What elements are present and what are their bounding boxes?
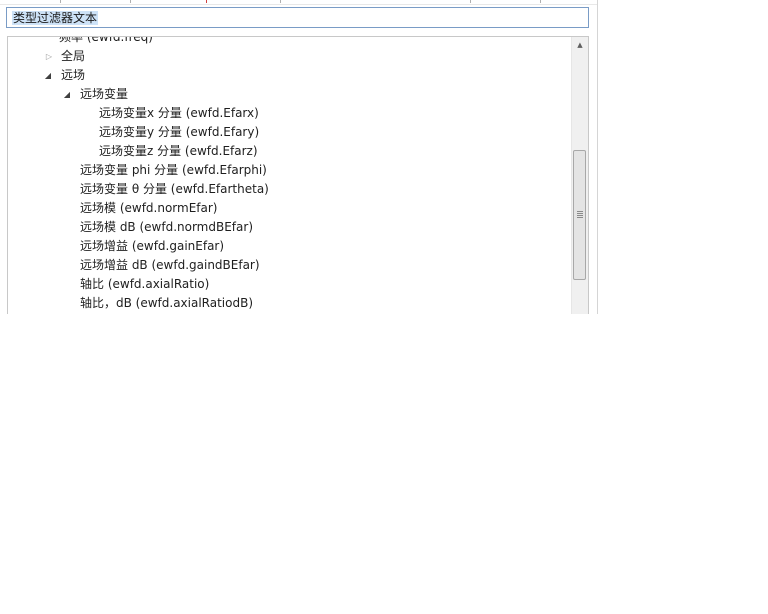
grip-line	[577, 217, 583, 218]
tree-item-label: 远场增益 (ewfd.gainEfar)	[80, 239, 225, 253]
variable-tree[interactable]: 频率 (ewfd.freq) ▷ 全局 ◢ 远场 ◢ 远场变量 远场变量x 分量…	[7, 36, 589, 314]
tree-item-frequency[interactable]: 频率 (ewfd.freq)	[59, 36, 153, 47]
tree-item-label: 远场模 dB (ewfd.normdBEfar)	[80, 220, 253, 234]
collapse-arrow-icon[interactable]: ◢	[43, 66, 53, 85]
top-edge-strip	[0, 0, 597, 5]
tree-item-gainefar[interactable]: 远场增益 (ewfd.gainEfar)	[80, 237, 224, 256]
tree-item-label: 轴比 (ewfd.axialRatio)	[80, 277, 210, 291]
tree-item-normefar[interactable]: 远场模 (ewfd.normEfar)	[80, 199, 218, 218]
tree-item-efarx[interactable]: 远场变量x 分量 (ewfd.Efarx)	[99, 104, 259, 123]
tree-item-label: 远场变量y 分量 (ewfd.Efary)	[99, 125, 260, 139]
tree-item-label: 远场增益 dB (ewfd.gaindBEfar)	[80, 258, 260, 272]
grip-line	[577, 213, 583, 214]
tree-item-efary[interactable]: 远场变量y 分量 (ewfd.Efary)	[99, 123, 259, 142]
tree-item-label: 远场变量z 分量 (ewfd.Efarz)	[99, 144, 258, 158]
tree-item-label: 远场变量 phi 分量 (ewfd.Efarphi)	[80, 163, 267, 177]
type-filter-input[interactable]: 类型过滤器文本	[6, 7, 589, 28]
tree-item-axialratiodb[interactable]: 轴比，dB (ewfd.axialRatiodB)	[80, 294, 253, 313]
tree-item-efartheta[interactable]: 远场变量 θ 分量 (ewfd.Efartheta)	[80, 180, 269, 199]
tree-item-label: 远场变量	[80, 87, 129, 101]
tree-item-efarphi[interactable]: 远场变量 phi 分量 (ewfd.Efarphi)	[80, 161, 267, 180]
tree-item-label: 远场	[61, 68, 86, 82]
tree-item-label: 远场变量x 分量 (ewfd.Efarx)	[99, 106, 259, 120]
filter-placeholder-text: 类型过滤器文本	[12, 11, 99, 25]
tree-item-label: 频率 (ewfd.freq)	[59, 36, 153, 44]
grip-line	[577, 215, 583, 216]
collapse-arrow-icon[interactable]: ◢	[62, 85, 72, 104]
tree-item-label: 远场模 (ewfd.normEfar)	[80, 201, 218, 215]
tree-item-label: 全局	[61, 49, 86, 63]
expand-arrow-icon[interactable]: ▷	[44, 47, 54, 66]
scroll-thumb[interactable]	[573, 150, 586, 280]
tree-item-gaindbefar[interactable]: 远场增益 dB (ewfd.gaindBEfar)	[80, 256, 260, 275]
tree-item-far-field[interactable]: 远场	[61, 66, 85, 85]
grip-line	[577, 211, 583, 212]
scroll-up-arrow-icon[interactable]: ▲	[572, 37, 588, 54]
tree-item-efarz[interactable]: 远场变量z 分量 (ewfd.Efarz)	[99, 142, 258, 161]
tree-item-normdbefar[interactable]: 远场模 dB (ewfd.normdBEfar)	[80, 218, 253, 237]
vertical-scrollbar[interactable]: ▲	[571, 37, 588, 314]
tree-item-far-field-variables[interactable]: 远场变量	[80, 85, 128, 104]
model-tree-panel: 类型过滤器文本 频率 (ewfd.freq) ▷ 全局 ◢ 远场 ◢ 远场变量 …	[0, 0, 598, 314]
tree-item-axialratio[interactable]: 轴比 (ewfd.axialRatio)	[80, 275, 209, 294]
tree-item-global[interactable]: 全局	[61, 47, 85, 66]
tree-item-label: 轴比，dB (ewfd.axialRatiodB)	[80, 296, 254, 310]
tree-item-label: 远场变量 θ 分量 (ewfd.Efartheta)	[80, 182, 269, 196]
